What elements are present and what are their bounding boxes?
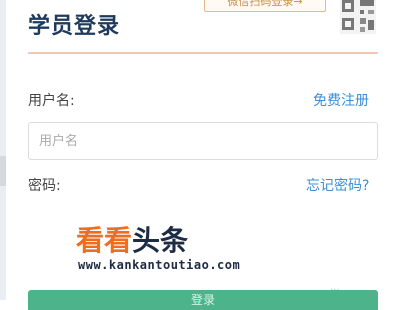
watermark-brand-part1: 看看 (76, 224, 133, 257)
login-button[interactable]: 登录 (28, 290, 378, 310)
left-background-strip (0, 0, 6, 300)
header-divider (28, 52, 378, 54)
wechat-scan-login-button[interactable]: 微信扫码登录→ (204, 0, 326, 12)
page-title: 学员登录 (28, 14, 121, 39)
corner-logo: ... (330, 282, 340, 293)
qr-code-icon[interactable] (340, 0, 376, 34)
watermark-brand-part2: 头条 (132, 224, 189, 257)
password-label: 密码: (28, 178, 61, 194)
watermark-logo: 看看头条 (76, 226, 188, 256)
watermark-url: www.kankantoutiao.com (78, 258, 241, 272)
username-label: 用户名: (28, 93, 75, 109)
left-background-notch (0, 156, 6, 186)
forgot-password-link[interactable]: 忘记密码? (306, 175, 369, 195)
register-link[interactable]: 免费注册 (313, 90, 369, 110)
username-input[interactable] (28, 122, 378, 160)
